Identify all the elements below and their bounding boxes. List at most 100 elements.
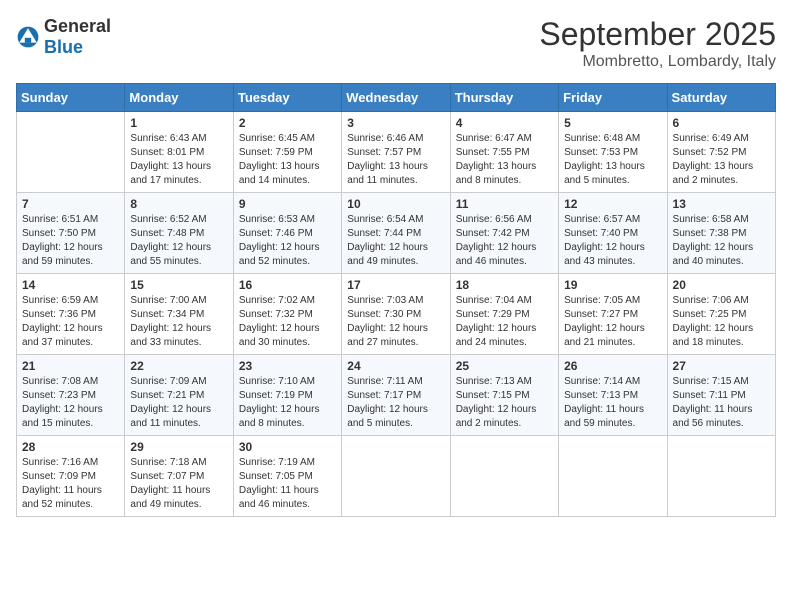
calendar-cell: 8Sunrise: 6:52 AMSunset: 7:48 PMDaylight… [125,193,233,274]
daylight-text: Daylight: 12 hours and 52 minutes. [239,242,320,267]
day-info: Sunrise: 6:52 AMSunset: 7:48 PMDaylight:… [130,213,227,269]
calendar-cell: 1 Sunrise: 6:43 AM Sunset: 8:01 PM Daylight… [125,112,233,193]
day-number: 28 [22,440,119,454]
sunset-text: Sunset: 7:13 PM [564,390,638,401]
day-number: 11 [456,197,553,211]
calendar-cell: 15Sunrise: 7:00 AMSunset: 7:34 PMDayligh… [125,274,233,355]
sunrise-text: Sunrise: 7:13 AM [456,376,532,387]
calendar-cell: 30Sunrise: 7:19 AMSunset: 7:05 PMDayligh… [233,436,341,517]
day-info: Sunrise: 7:04 AMSunset: 7:29 PMDaylight:… [456,294,553,350]
sunset-text: Sunset: 7:55 PM [456,147,530,158]
day-info: Sunrise: 6:45 AMSunset: 7:59 PMDaylight:… [239,132,336,188]
sunset-text: Sunset: 7:50 PM [22,228,96,239]
calendar-cell: 14Sunrise: 6:59 AMSunset: 7:36 PMDayligh… [17,274,125,355]
location-title: Mombretto, Lombardy, Italy [539,53,776,71]
calendar-cell: 4 Sunrise: 6:47 AMSunset: 7:55 PMDaylight… [450,112,558,193]
calendar-cell: 2Sunrise: 6:45 AMSunset: 7:59 PMDaylight… [233,112,341,193]
weekday-header-wednesday: Wednesday [342,84,450,112]
sunset-text: Sunset: 7:11 PM [673,390,746,401]
weekday-header-sunday: Sunday [17,84,125,112]
weekday-header-thursday: Thursday [450,84,558,112]
sunrise-text: Sunrise: 6:53 AM [239,214,315,225]
sunset-text: Sunset: 7:21 PM [130,390,204,401]
sunrise-text: Sunrise: 7:11 AM [347,376,422,387]
daylight-text: Daylight: 11 hours and 56 minutes. [673,404,753,429]
calendar-cell [559,436,667,517]
sunset-text: Sunset: 7:17 PM [347,390,421,401]
day-number: 20 [673,278,770,292]
day-info: Sunrise: 7:19 AMSunset: 7:05 PMDaylight:… [239,456,336,512]
sunrise-text: Sunrise: 6:43 AM [130,133,206,144]
sunset-text: Sunset: 7:34 PM [130,309,204,320]
sunset-text: Sunset: 7:19 PM [239,390,313,401]
sunset-text: Sunset: 7:52 PM [673,147,747,158]
day-number: 1 [130,116,227,130]
day-number: 10 [347,197,444,211]
day-number: 4 [456,116,553,130]
daylight-text: Daylight: 12 hours and 2 minutes. [456,404,537,429]
month-title: September 2025 [539,16,776,53]
day-info: Sunrise: 6:54 AM Sunset: 7:44 PM Daylight:… [347,213,444,269]
weekday-header-monday: Monday [125,84,233,112]
day-number: 12 [564,197,661,211]
sunset-text: Sunset: 7:57 PM [347,147,421,158]
sunset-text: Sunset: 7:29 PM [456,309,530,320]
day-number: 5 [564,116,661,130]
calendar-week-row: 1 Sunrise: 6:43 AM Sunset: 8:01 PM Daylight… [17,112,776,193]
sunrise-text: Sunrise: 7:18 AM [130,457,206,468]
sunset-text: Sunset: 7:46 PM [239,228,313,239]
daylight-text: Daylight: 13 hours and 2 minutes. [673,161,754,186]
day-info: Sunrise: 7:00 AMSunset: 7:34 PMDaylight:… [130,294,227,350]
sunset-text: Sunset: 7:23 PM [22,390,96,401]
day-number: 9 [239,197,336,211]
sunset-text: Sunset: 8:01 PM [130,147,204,158]
day-info: Sunrise: 7:11 AMSunset: 7:17 PMDaylight:… [347,375,444,431]
day-number: 7 [22,197,119,211]
day-info: Sunrise: 7:15 AM Sunset: 7:11 PM Daylight:… [673,375,770,431]
sunset-text: Sunset: 7:44 PM [347,228,421,239]
day-info: Sunrise: 6:51 AMSunset: 7:50 PMDaylight:… [22,213,119,269]
daylight-text: Daylight: 12 hours and 46 minutes. [456,242,537,267]
sunset-text: Sunset: 7:27 PM [564,309,638,320]
day-number: 6 [673,116,770,130]
sunrise-text: Sunrise: 6:56 AM [456,214,532,225]
day-number: 19 [564,278,661,292]
sunrise-text: Sunrise: 7:02 AM [239,295,315,306]
calendar-cell: 25Sunrise: 7:13 AMSunset: 7:15 PMDayligh… [450,355,558,436]
day-info: Sunrise: 7:02 AMSunset: 7:32 PMDaylight:… [239,294,336,350]
weekday-header-tuesday: Tuesday [233,84,341,112]
daylight-text: Daylight: 12 hours and 59 minutes. [22,242,103,267]
sunset-text: Sunset: 7:05 PM [239,471,313,482]
sunset-text: Sunset: 7:09 PM [22,471,96,482]
sunrise-text: Sunrise: 6:59 AM [22,295,98,306]
day-number: 26 [564,359,661,373]
sunrise-text: Sunrise: 6:46 AM [347,133,423,144]
day-info: Sunrise: 6:56 AMSunset: 7:42 PMDaylight:… [456,213,553,269]
daylight-text: Daylight: 12 hours and 43 minutes. [564,242,645,267]
day-number: 22 [130,359,227,373]
sunrise-text: Sunrise: 7:15 AM [673,376,749,387]
day-info: Sunrise: 6:47 AMSunset: 7:55 PMDaylight:… [456,132,553,188]
daylight-text: Daylight: 12 hours and 49 minutes. [347,242,428,267]
sunset-text: Sunset: 7:30 PM [347,309,421,320]
sunrise-text: Sunrise: 7:19 AM [239,457,315,468]
logo-blue-text: Blue [44,37,83,57]
daylight-text: Daylight: 13 hours and 17 minutes. [130,161,211,186]
calendar-week-row: 7 Sunrise: 6:51 AMSunset: 7:50 PMDaylight… [17,193,776,274]
day-info: Sunrise: 7:08 AMSunset: 7:23 PMDaylight:… [22,375,119,431]
calendar-cell: 9 Sunrise: 6:53 AM Sunset: 7:46 PM Daylight… [233,193,341,274]
calendar-cell: 3Sunrise: 6:46 AMSunset: 7:57 PMDaylight… [342,112,450,193]
day-number: 23 [239,359,336,373]
sunset-text: Sunset: 7:48 PM [130,228,204,239]
daylight-text: Daylight: 13 hours and 8 minutes. [456,161,537,186]
sunrise-text: Sunrise: 6:54 AM [347,214,423,225]
calendar-cell: 19 Sunrise: 7:05 AMSunset: 7:27 PMDayligh… [559,274,667,355]
calendar-cell [450,436,558,517]
sunrise-text: Sunrise: 7:10 AM [239,376,315,387]
sunrise-text: Sunrise: 6:45 AM [239,133,315,144]
day-number: 18 [456,278,553,292]
weekday-header-friday: Friday [559,84,667,112]
calendar-cell: 16Sunrise: 7:02 AMSunset: 7:32 PMDayligh… [233,274,341,355]
day-info: Sunrise: 7:05 AMSunset: 7:27 PMDaylight:… [564,294,661,350]
calendar-cell [17,112,125,193]
